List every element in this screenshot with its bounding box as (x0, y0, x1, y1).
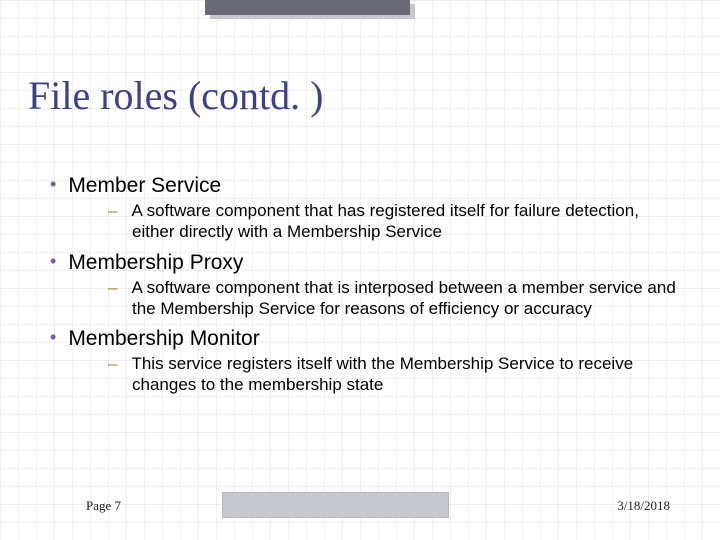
bullet-1: • Member Service (50, 174, 680, 198)
bullet-1-sub: –A software component that has registere… (108, 200, 680, 243)
bullet-3-heading: Membership Monitor (68, 327, 259, 350)
dash-icon: – (108, 354, 117, 373)
dash-icon: – (108, 201, 117, 220)
page-number: Page 7 (86, 498, 121, 514)
bullet-icon: • (50, 251, 56, 271)
bullet-icon: • (50, 174, 56, 194)
bullet-1-sub-text: A software component that has registered… (131, 201, 638, 241)
footer-date: 3/18/2018 (617, 498, 670, 514)
footer-decor-bar (222, 492, 449, 518)
bullet-2-heading: Membership Proxy (68, 251, 243, 274)
bullet-2-sub: –A software component that is interposed… (108, 277, 680, 320)
slide-content: •Member Service –A software component th… (50, 168, 680, 404)
slide-title: File roles (contd. ) (28, 72, 324, 119)
bullet-2-sub-text: A software component that is interposed … (131, 278, 675, 318)
bullet-3-sub: –This service registers itself with the … (108, 353, 680, 396)
bullet-icon: • (50, 327, 56, 347)
dash-icon: – (108, 278, 117, 297)
top-decor-bar (205, 0, 410, 15)
bullet-3-sub-text: This service registers itself with the M… (131, 354, 633, 394)
bullet-3: • Membership Monitor (50, 327, 680, 351)
bullet-1-heading: Member Service (68, 174, 221, 197)
bullet-2: • Membership Proxy (50, 251, 680, 275)
slide-footer: Page 7 3/18/2018 (0, 492, 720, 522)
